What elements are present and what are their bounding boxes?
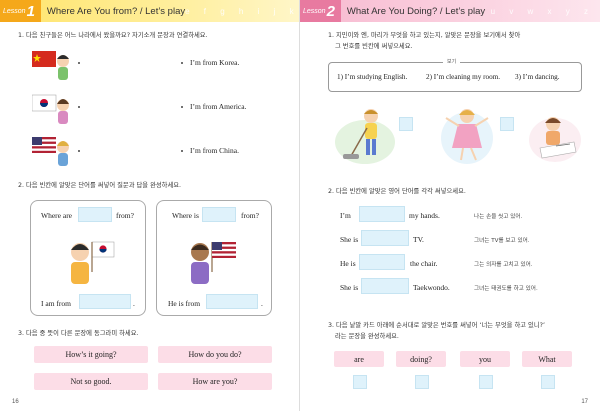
question-3-prompt-line-1: 3. 다음 낱말 카드 아래에 순서대로 알맞은 번호를 써넣어 ‘너는 무엇을… [328, 322, 545, 329]
header-letter-decoration: e f g h i j k l [185, 6, 299, 16]
question-2-prompt: 2. 다음 빈칸에 알맞은 영어 단어를 각각 써넣으세요. [328, 188, 466, 195]
word-card: doing? [396, 351, 446, 367]
fill-row-start: I’m [340, 211, 351, 220]
order-number-box[interactable] [541, 375, 555, 389]
header-letter-decoration: u v w x y z [490, 6, 594, 16]
card-2-question-end: from? [241, 211, 259, 220]
lesson-1-badge: Lesson 1 [0, 0, 41, 22]
match-dot-left[interactable] [78, 150, 80, 152]
fill-row-translation: 그는 의자를 고치고 있어. [474, 262, 533, 268]
question-2-prompt: 2. 다음 빈칸에 알맞은 단어를 써넣어 질문과 답을 완성하세요. [18, 182, 182, 189]
word-card: are [334, 351, 384, 367]
boy-with-korean-flag-illustration [71, 241, 115, 284]
match-dot-right[interactable] [181, 62, 183, 64]
boy-with-american-flag-illustration [191, 242, 236, 284]
example-item: 1) I’m studying English. [337, 73, 408, 81]
fill-row-end: Taekwondo. [413, 283, 450, 292]
example-item: 2) I’m cleaning my room. [426, 73, 501, 81]
match-dot-left[interactable] [78, 106, 80, 108]
answer-box-boy[interactable] [399, 117, 413, 131]
girl-studying-illustration [529, 117, 581, 162]
order-number-box[interactable] [415, 375, 429, 389]
question-3-prompt: 3. 다음 중 뜻이 다른 문장에 동그라미 하세요. [18, 330, 139, 337]
card-1-question-end: from? [116, 211, 134, 220]
boy-cleaning-illustration [335, 109, 395, 164]
match-dot-left[interactable] [78, 62, 80, 64]
phrase-option[interactable]: How do you do? [158, 346, 272, 363]
fill-row-blank[interactable] [361, 230, 409, 246]
example-label: 보기 [443, 58, 461, 65]
page-number: 17 [581, 399, 588, 405]
fill-row-blank[interactable] [361, 278, 409, 294]
phrase-option[interactable]: How are you? [158, 373, 272, 390]
america-kid-illustration [32, 137, 69, 166]
card-2-answer-blank[interactable] [206, 294, 258, 309]
phrase-option[interactable]: How’s it going? [34, 346, 148, 363]
card-2-question-blank[interactable] [202, 207, 236, 222]
question-3-prompt-line-2: 라는 문장을 완성하세요. [335, 333, 399, 340]
fill-row-end: my hands. [409, 211, 440, 220]
answer-sentence: I’m from America. [190, 102, 247, 111]
order-number-box[interactable] [479, 375, 493, 389]
match-dot-right[interactable] [181, 106, 183, 108]
word-card: you [460, 351, 510, 367]
card-2-answer-start: He is from [168, 299, 201, 308]
answer-box-dancer[interactable] [500, 117, 514, 131]
card-1-question-start: Where are [41, 211, 73, 220]
lesson-2-badge: Lesson 2 [300, 0, 341, 22]
question-1-prompt: 1. 다음 친구들은 어느 나라에서 왔을까요? 자기소개 문장과 연결하세요. [18, 32, 208, 39]
fill-row-blank[interactable] [359, 206, 405, 222]
page-number: 16 [12, 399, 19, 405]
card-1-answer-start: I am from [41, 299, 71, 308]
fill-row-blank[interactable] [359, 254, 405, 270]
card-2-question-start: Where is [172, 211, 199, 220]
right-page: Lesson 2 What Are You Doing? / Let’s pla… [300, 0, 600, 411]
lesson-1-header: Lesson 1 Where Are You from? / Let’s pla… [0, 0, 299, 22]
fill-row-start: He is [340, 259, 356, 268]
order-number-box[interactable] [353, 375, 367, 389]
question-1-prompt-line-1: 1. 지민이와 엔, 마리가 무엇을 하고 있는지, 알맞은 문장을 보기에서 … [328, 32, 521, 39]
girl-dancing-illustration [441, 109, 493, 164]
fill-row-start: She is [340, 235, 359, 244]
fill-row-end: the chair. [410, 259, 438, 268]
lesson-1-title: Where Are You from? / Let’s play [46, 5, 186, 17]
fill-row-translation: 그녀는 TV를 보고 있어. [474, 238, 530, 244]
china-kid-illustration [32, 51, 69, 80]
phrase-option[interactable]: Not so good. [34, 373, 148, 390]
word-card: What [522, 351, 572, 367]
card-2-answer-period: . [261, 299, 263, 308]
question-1-prompt-line-2: 그 번호를 빈칸에 써넣으세요. [335, 43, 413, 50]
lesson-2-title: What Are You Doing? / Let’s play [346, 5, 486, 17]
korea-kid-illustration [32, 94, 69, 124]
fill-row-translation: 나는 손을 씻고 있어. [474, 214, 523, 220]
match-dot-right[interactable] [181, 150, 183, 152]
left-page: Lesson 1 Where Are You from? / Let’s pla… [0, 0, 300, 411]
fill-row-start: She is [340, 283, 359, 292]
fill-row-translation: 그녀는 태권도를 하고 있어. [474, 286, 538, 292]
fill-row-end: TV. [413, 235, 424, 244]
answer-sentence: I’m from China. [190, 146, 239, 155]
card-1-answer-blank[interactable] [79, 294, 131, 309]
example-item: 3) I’m dancing. [515, 73, 560, 81]
card-1-answer-period: . [133, 299, 135, 308]
answer-sentence: I’m from Korea. [190, 58, 240, 67]
card-1-question-blank[interactable] [78, 207, 112, 222]
lesson-2-header: Lesson 2 What Are You Doing? / Let’s pla… [300, 0, 600, 22]
